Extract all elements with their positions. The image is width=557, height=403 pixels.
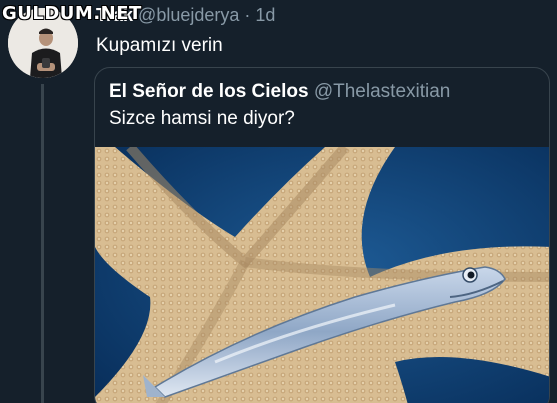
user-handle[interactable]: @bluejderya — [138, 5, 239, 25]
timestamp[interactable]: 1d — [255, 5, 275, 25]
quoted-tweet-text: Sizce hamsi ne diyor? — [109, 108, 295, 129]
separator-dot: · — [244, 5, 251, 25]
quoted-user-handle: @Thelastexitian — [313, 81, 451, 102]
quoted-display-name: El Señor de los Cielos — [109, 81, 309, 102]
quoted-tweet[interactable]: El Señor de los Cielos @Thelastexitian S… — [94, 67, 550, 403]
thread-line — [41, 84, 44, 403]
site-watermark: GULDUM.NET — [2, 3, 142, 24]
quoted-tweet-header: El Señor de los Cielos @Thelastexitian — [109, 81, 450, 103]
starfish-fish-photo — [95, 143, 549, 403]
tweet[interactable]: GULDUM.NET Trak @bluejderya · 1d Kupamız… — [0, 0, 557, 403]
tweet-text: Kupamızı verin — [96, 35, 223, 56]
quoted-tweet-image[interactable] — [95, 143, 549, 403]
